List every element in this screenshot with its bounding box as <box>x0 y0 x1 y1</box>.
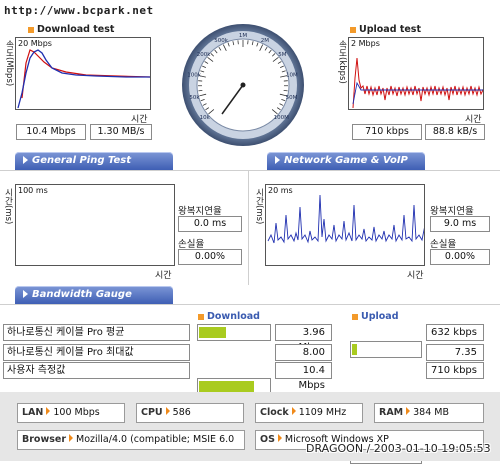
gauge-tick <box>198 90 202 91</box>
browser-info: BrowserMozilla/4.0 (compatible; MSIE 6.0 <box>17 430 245 450</box>
gauge-tick-label: 10k <box>200 115 211 121</box>
ping-loss-value: 0.00% <box>178 249 242 265</box>
clock-info: Clock1109 MHz <box>255 403 363 423</box>
speed-gauge: 10k 50k 100k 200k 500k 1M 2M 5M 10M 50M 100M <box>180 22 306 148</box>
gauge-svg: 10k 50k 100k 200k 500k 1M 2M 5M 10M 50M 100M <box>180 22 306 148</box>
upload-row-value: 7.35 Mbps <box>426 344 484 361</box>
game-xlabel: 시간 <box>407 268 424 281</box>
game-graph: 20 ms <box>265 184 425 266</box>
upload-ylabel: 속도(kbps) <box>336 40 348 120</box>
gauge-tick-label: 100M <box>274 115 289 121</box>
divider <box>248 170 249 285</box>
download-row-value: 3.96 Mbps <box>275 324 332 341</box>
download-peak-line <box>22 50 151 98</box>
arrow-right-icon <box>275 156 280 164</box>
gauge-tick <box>284 90 288 91</box>
orange-square-icon <box>352 314 358 320</box>
arrow-icon <box>46 407 50 415</box>
tab-network-game-voip-test[interactable]: Network Game & VoIP Test <box>267 152 425 170</box>
upload-kbps-value: 710 kbps <box>352 124 422 140</box>
download-bar-fill <box>199 381 254 392</box>
gauge-tick-label: 10M <box>286 73 298 79</box>
download-column-head: Download <box>198 311 260 322</box>
orange-square-icon <box>198 314 204 320</box>
divider <box>0 170 500 171</box>
ping-latency-value: 0.0 ms <box>178 216 242 232</box>
orange-square-icon <box>350 27 356 33</box>
arrow-right-icon <box>23 290 28 298</box>
bandwidth-row-label: 하나로통신 케이블 Pro 평균 <box>3 324 190 341</box>
gauge-tick-label: 1M <box>239 33 247 39</box>
download-row-value: 10.4 Mbps <box>275 362 332 379</box>
ping-loss-label: 손실율 <box>178 236 204 250</box>
gauge-tick-label: 50M <box>286 95 298 101</box>
game-latency-label: 왕복지연율 <box>430 203 474 217</box>
ping-xlabel: 시간 <box>155 268 172 281</box>
game-loss-value: 0.00% <box>430 249 490 265</box>
tab-bandwidth-gauge[interactable]: Bandwidth Gauge <box>15 286 173 304</box>
gauge-tick-label: 50k <box>189 95 200 101</box>
ram-info: RAM384 MB <box>374 403 484 423</box>
gauge-tick-label: 100k <box>187 73 201 79</box>
download-chart-svg <box>16 38 151 110</box>
gauge-tick-label: 2M <box>261 38 269 44</box>
download-mbps-value: 10.4 Mbps <box>16 124 86 140</box>
datestamp: DRAGOON / 2003-01-10 19:05:53 <box>306 442 491 455</box>
download-mbs-value: 1.30 MB/s <box>90 124 152 140</box>
download-ylabel: 속도(Mbps) <box>3 40 15 120</box>
ping-graph: 100 ms <box>15 184 175 266</box>
divider <box>0 304 500 305</box>
download-bar-fill <box>199 327 226 338</box>
upload-chart-svg <box>349 38 484 110</box>
upload-bar-fill <box>352 344 357 355</box>
lan-info: LAN100 Mbps <box>17 403 125 423</box>
upload-line <box>353 58 484 108</box>
bandwidth-row-label: 하나로통신 케이블 Pro 최대값 <box>3 344 190 361</box>
game-loss-label: 손실율 <box>430 236 456 250</box>
arrow-icon <box>278 434 282 442</box>
upload-bar <box>350 341 422 358</box>
orange-square-icon <box>28 27 34 33</box>
cpu-info: CPU586 <box>136 403 244 423</box>
upload-graph: 2 Mbps <box>348 37 484 110</box>
game-latency-value: 9.0 ms <box>430 216 490 232</box>
upload-column-head: Upload <box>352 311 399 322</box>
upload-scale: 2 Mbps <box>351 39 380 48</box>
arrow-icon <box>166 407 170 415</box>
download-bar <box>197 324 271 341</box>
ping-scale: 100 ms <box>18 186 48 195</box>
arrow-icon <box>292 407 296 415</box>
download-line <box>18 50 151 108</box>
download-row-value: 8.00 Mbps <box>275 344 332 361</box>
game-chart-svg <box>266 185 425 266</box>
upload-row-value: 632 kbps <box>426 324 484 341</box>
gauge-tick-label: 200k <box>197 52 211 58</box>
arrow-right-icon <box>23 156 28 164</box>
ping-latency-label: 왕복지연율 <box>178 203 222 217</box>
gauge-tick-label: 5M <box>278 52 286 58</box>
upload-kbs-value: 88.8 kB/s <box>425 124 485 140</box>
tab-general-ping-test[interactable]: General Ping Test <box>15 152 173 170</box>
ping-ylabel: 시간(ms) <box>2 188 14 258</box>
game-scale: 20 ms <box>268 186 293 195</box>
arrow-icon <box>406 407 410 415</box>
game-ylabel: 시간(ms) <box>253 188 265 258</box>
download-title: Download test <box>28 24 114 35</box>
download-graph: 20 Mbps <box>15 37 151 110</box>
upload-row-value: 710 kbps <box>426 362 484 379</box>
watermark: http://www.bcpark.net <box>4 4 154 17</box>
arrow-icon <box>69 434 73 442</box>
game-latency-line <box>268 195 425 243</box>
download-scale: 20 Mbps <box>18 39 52 48</box>
bandwidth-row-label: 사용자 측정값 <box>3 362 190 379</box>
upload-title: Upload test <box>350 24 421 35</box>
gauge-tick-label: 500k <box>214 38 228 44</box>
